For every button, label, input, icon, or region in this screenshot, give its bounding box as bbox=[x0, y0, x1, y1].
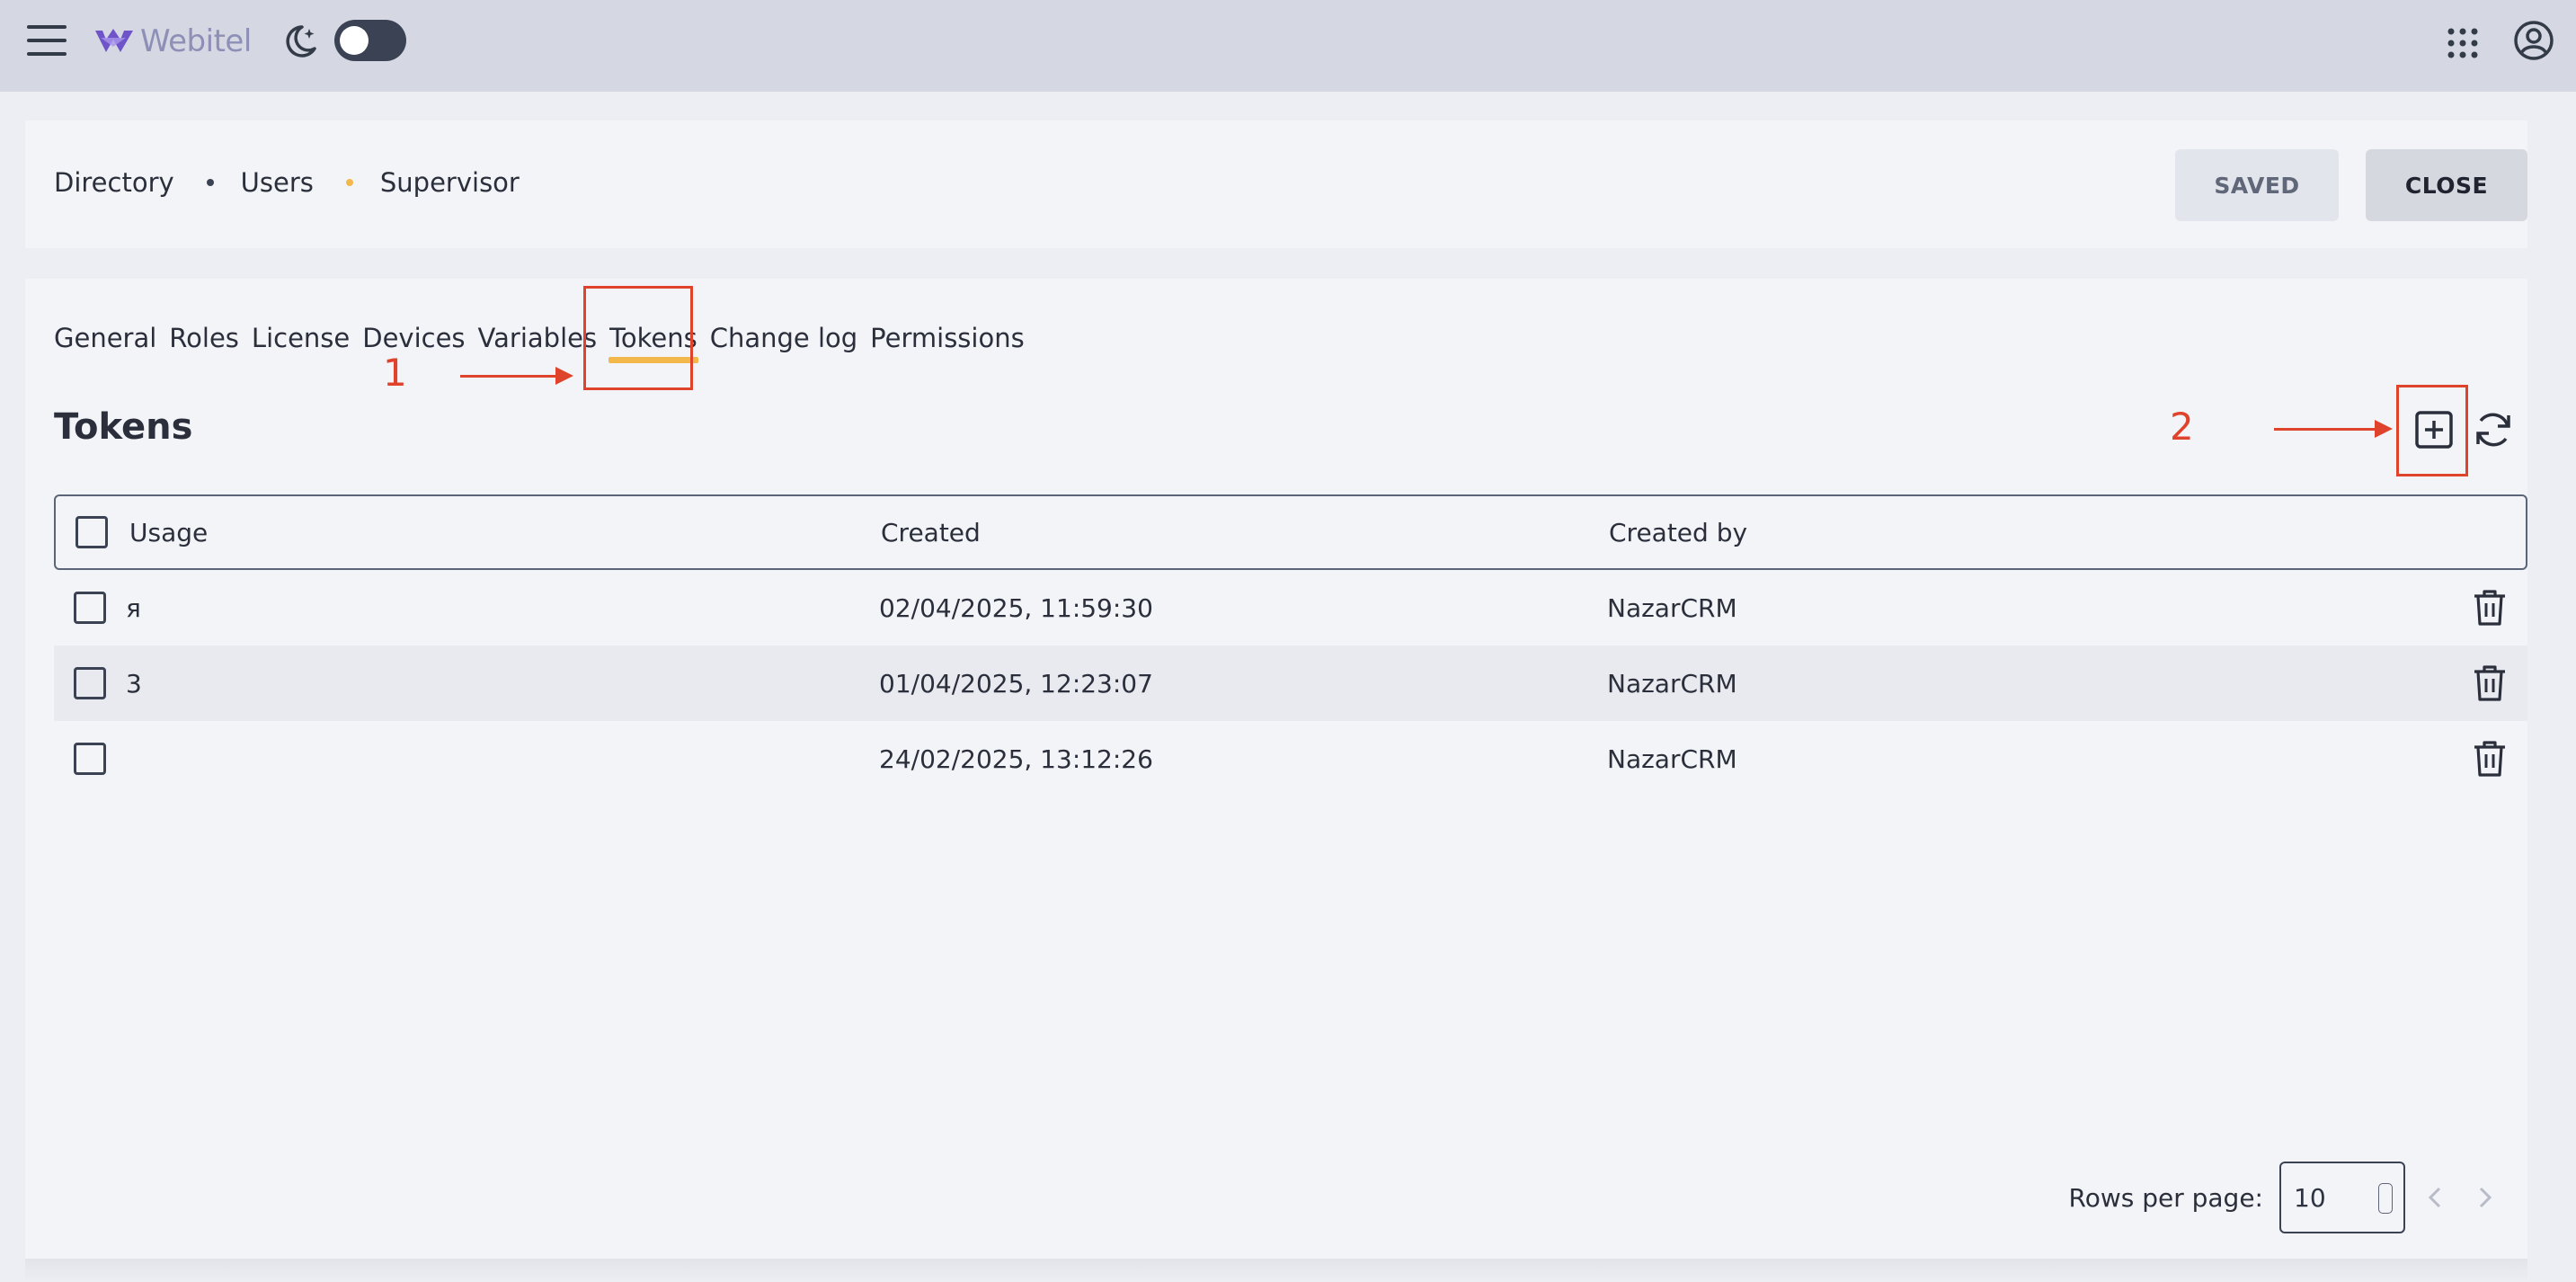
tab-roles[interactable]: Roles bbox=[163, 313, 245, 363]
section-title: Tokens bbox=[54, 406, 193, 448]
pagination: Rows per page: 10 bbox=[2069, 1162, 2503, 1233]
logo-text: Webitel bbox=[140, 23, 252, 59]
trash-icon[interactable] bbox=[2472, 739, 2508, 779]
annotation-arrow-2 bbox=[2274, 420, 2393, 438]
logo[interactable]: Webitel bbox=[93, 20, 252, 63]
cell-created: 01/04/2025, 12:23:07 bbox=[879, 668, 1153, 699]
tab-change-log[interactable]: Change log bbox=[704, 313, 864, 363]
annotation-arrow-1 bbox=[460, 367, 573, 385]
annotation-box-tokens-tab bbox=[583, 286, 693, 390]
saved-button[interactable]: SAVED bbox=[2175, 149, 2339, 221]
column-usage[interactable]: Usage bbox=[129, 518, 208, 548]
row-checkbox[interactable] bbox=[74, 743, 106, 775]
annotation-number-1: 1 bbox=[383, 351, 407, 395]
top-app-bar: Webitel bbox=[0, 0, 2576, 92]
cell-created: 24/02/2025, 13:12:26 bbox=[879, 743, 1153, 774]
breadcrumb: Directory Users Supervisor bbox=[54, 167, 520, 198]
cell-created-by: NazarCRM bbox=[1607, 743, 1737, 774]
apps-grid-icon[interactable] bbox=[2445, 25, 2481, 61]
select-all-checkbox[interactable] bbox=[76, 516, 108, 548]
refresh-icon[interactable] bbox=[2470, 406, 2517, 453]
toggle-knob bbox=[340, 26, 369, 55]
menu-icon[interactable] bbox=[27, 25, 67, 58]
breadcrumb-users[interactable]: Users bbox=[241, 167, 314, 198]
table-row: 24/02/2025, 13:12:26 NazarCRM bbox=[54, 721, 2527, 797]
column-created-by[interactable]: Created by bbox=[1609, 518, 1747, 548]
column-created[interactable]: Created bbox=[881, 518, 981, 548]
table-row: я 02/04/2025, 11:59:30 NazarCRM bbox=[54, 570, 2527, 645]
main-card: General Roles License Devices Variables … bbox=[25, 279, 2527, 1259]
account-icon[interactable] bbox=[2513, 20, 2554, 61]
table-header: Usage Created Created by bbox=[54, 494, 2527, 570]
close-button[interactable]: CLOSE bbox=[2366, 149, 2527, 221]
tab-general[interactable]: General bbox=[54, 313, 163, 363]
theme-toggle[interactable] bbox=[334, 20, 406, 61]
tokens-table: Usage Created Created by я 02/04/2025, 1… bbox=[54, 494, 2527, 797]
stepper-icon[interactable] bbox=[2378, 1183, 2393, 1214]
bottom-shadow bbox=[25, 1259, 2527, 1282]
trash-icon[interactable] bbox=[2472, 588, 2508, 628]
breadcrumb-directory[interactable]: Directory bbox=[54, 167, 174, 198]
annotation-number-2: 2 bbox=[2170, 405, 2194, 449]
chevron-right-icon[interactable] bbox=[2466, 1180, 2502, 1215]
rows-per-page-value: 10 bbox=[2294, 1182, 2326, 1213]
rows-per-page-input[interactable]: 10 bbox=[2279, 1162, 2405, 1233]
logo-icon bbox=[95, 29, 133, 52]
chevron-left-icon[interactable] bbox=[2418, 1180, 2454, 1215]
breadcrumb-separator bbox=[345, 179, 353, 186]
cell-usage: 3 bbox=[126, 668, 142, 699]
tab-devices[interactable]: Devices bbox=[356, 313, 471, 363]
moon-icon bbox=[286, 25, 316, 58]
add-icon[interactable] bbox=[2411, 406, 2457, 453]
cell-created-by: NazarCRM bbox=[1607, 668, 1737, 699]
cell-created-by: NazarCRM bbox=[1607, 592, 1737, 623]
row-checkbox[interactable] bbox=[74, 592, 106, 624]
tab-permissions[interactable]: Permissions bbox=[864, 313, 1031, 363]
table-row: 3 01/04/2025, 12:23:07 NazarCRM bbox=[54, 645, 2527, 721]
cell-created: 02/04/2025, 11:59:30 bbox=[879, 592, 1153, 623]
tab-bar: General Roles License Devices Variables … bbox=[54, 313, 1031, 363]
breadcrumb-separator bbox=[206, 179, 214, 186]
header-card: Directory Users Supervisor SAVED CLOSE bbox=[25, 120, 2527, 248]
tab-license[interactable]: License bbox=[245, 313, 356, 363]
cell-usage: я bbox=[126, 592, 141, 623]
row-checkbox[interactable] bbox=[74, 667, 106, 699]
breadcrumb-supervisor: Supervisor bbox=[379, 167, 520, 198]
trash-icon[interactable] bbox=[2472, 663, 2508, 703]
rows-per-page-label: Rows per page: bbox=[2068, 1182, 2264, 1213]
